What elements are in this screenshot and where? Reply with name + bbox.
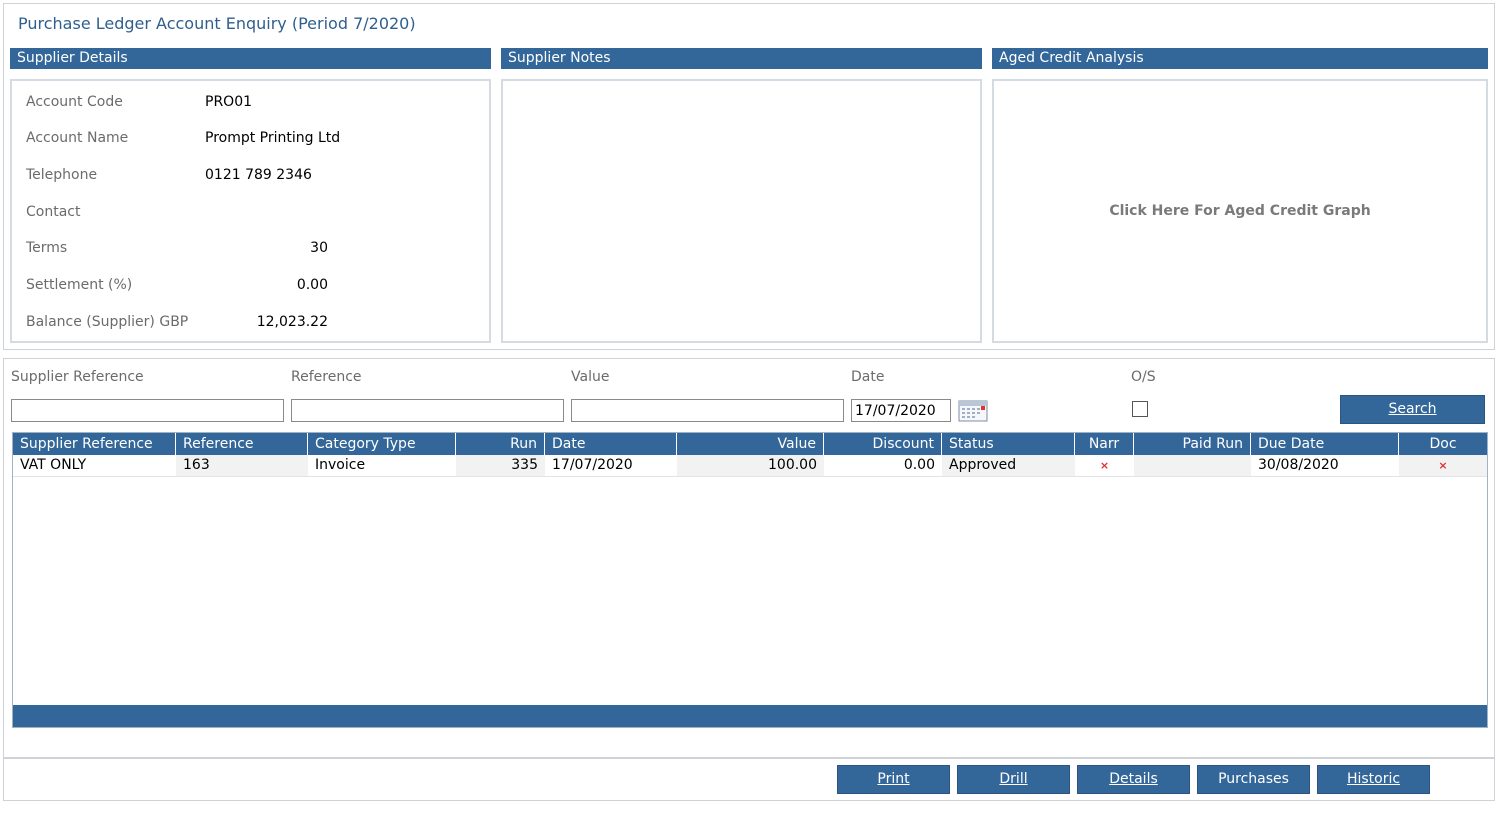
balance-label: Balance (Supplier) GBP (26, 314, 189, 330)
contact-label: Contact (26, 204, 81, 220)
col-category-type[interactable]: Category Type (308, 433, 456, 455)
drill-button-label: Drill (999, 771, 1028, 787)
cell-paid-run (1134, 455, 1251, 476)
col-run[interactable]: Run (456, 433, 545, 455)
calendar-icon[interactable] (958, 400, 988, 422)
narr-cross-icon[interactable]: × (1100, 459, 1109, 472)
details-button-label: Details (1109, 771, 1158, 787)
col-date[interactable]: Date (545, 433, 677, 455)
col-paid-run[interactable]: Paid Run (1134, 433, 1251, 455)
grid-footer (13, 705, 1487, 727)
os-checkbox[interactable] (1132, 401, 1148, 417)
table-row[interactable]: VAT ONLY 163 Invoice 335 17/07/2020 100.… (13, 455, 1487, 477)
reference-input[interactable] (291, 399, 564, 422)
telephone-label: Telephone (26, 167, 98, 183)
doc-cross-icon[interactable]: × (1438, 459, 1447, 472)
cell-discount: 0.00 (903, 457, 935, 473)
reference-filter-label: Reference (291, 369, 362, 385)
cell-category-type: Invoice (315, 457, 366, 473)
grid-header: Supplier Reference Reference Category Ty… (13, 433, 1487, 455)
transactions-panel: Supplier Reference Reference Value Date … (3, 358, 1495, 758)
cell-reference: 163 (176, 455, 308, 476)
col-value[interactable]: Value (677, 433, 824, 455)
supplier-reference-filter-label: Supplier Reference (11, 369, 144, 385)
os-filter-label: O/S (1131, 369, 1156, 385)
col-reference[interactable]: Reference (176, 433, 308, 455)
cell-run: 335 (456, 455, 545, 476)
col-supplier-reference[interactable]: Supplier Reference (13, 433, 176, 455)
terms-value: 30 (310, 240, 328, 256)
col-due-date[interactable]: Due Date (1251, 433, 1399, 455)
telephone-value: 0121 789 2346 (205, 167, 312, 183)
enquiry-header-panel: Purchase Ledger Account Enquiry (Period … (3, 3, 1495, 350)
account-code-label: Account Code (26, 94, 123, 110)
cell-doc[interactable]: × (1399, 455, 1487, 476)
value-input[interactable] (571, 399, 844, 422)
cell-supplier-reference: VAT ONLY (20, 457, 87, 473)
search-button-label: Search (1388, 401, 1437, 417)
search-button[interactable]: Search (1340, 395, 1485, 424)
balance-value: 12,023.22 (256, 314, 328, 330)
date-input[interactable] (851, 399, 951, 422)
value-filter-label: Value (571, 369, 610, 385)
action-bar: Print Drill Details Purchases Historic (3, 758, 1495, 801)
cell-date: 17/07/2020 (552, 457, 633, 473)
date-filter-label: Date (851, 369, 885, 385)
account-name-label: Account Name (26, 130, 129, 146)
supplier-notes-box[interactable] (501, 79, 982, 343)
supplier-reference-input[interactable] (11, 399, 284, 422)
drill-button[interactable]: Drill (957, 765, 1070, 794)
aged-credit-box[interactable]: Click Here For Aged Credit Graph (992, 79, 1488, 343)
page-title: Purchase Ledger Account Enquiry (Period … (18, 14, 416, 33)
cell-narr[interactable]: × (1075, 455, 1134, 476)
transactions-grid[interactable]: Supplier Reference Reference Category Ty… (12, 432, 1488, 728)
cell-value: 100.00 (677, 455, 824, 476)
details-button[interactable]: Details (1077, 765, 1190, 794)
account-code-value: PRO01 (205, 94, 253, 110)
aged-credit-graph-link[interactable]: Click Here For Aged Credit Graph (994, 203, 1486, 219)
supplier-details-header: Supplier Details (10, 48, 491, 69)
supplier-details-box: Account Code PRO01 Account Name Prompt P… (10, 79, 491, 343)
purchases-button[interactable]: Purchases (1197, 765, 1310, 794)
settlement-label: Settlement (%) (26, 277, 133, 293)
historic-button[interactable]: Historic (1317, 765, 1430, 794)
col-discount[interactable]: Discount (824, 433, 942, 455)
settlement-value: 0.00 (296, 277, 328, 293)
aged-credit-header: Aged Credit Analysis (992, 48, 1488, 69)
purchases-button-label: Purchases (1218, 771, 1289, 787)
print-button-label: Print (877, 771, 910, 787)
supplier-notes-header: Supplier Notes (501, 48, 982, 69)
historic-button-label: Historic (1346, 771, 1401, 787)
cell-status: Approved (942, 455, 1075, 476)
print-button[interactable]: Print (837, 765, 950, 794)
terms-label: Terms (26, 240, 68, 256)
col-status[interactable]: Status (942, 433, 1075, 455)
col-narr[interactable]: Narr (1075, 433, 1134, 455)
account-name-value: Prompt Printing Ltd (205, 130, 341, 146)
col-doc[interactable]: Doc (1399, 433, 1487, 455)
cell-due-date: 30/08/2020 (1258, 457, 1339, 473)
